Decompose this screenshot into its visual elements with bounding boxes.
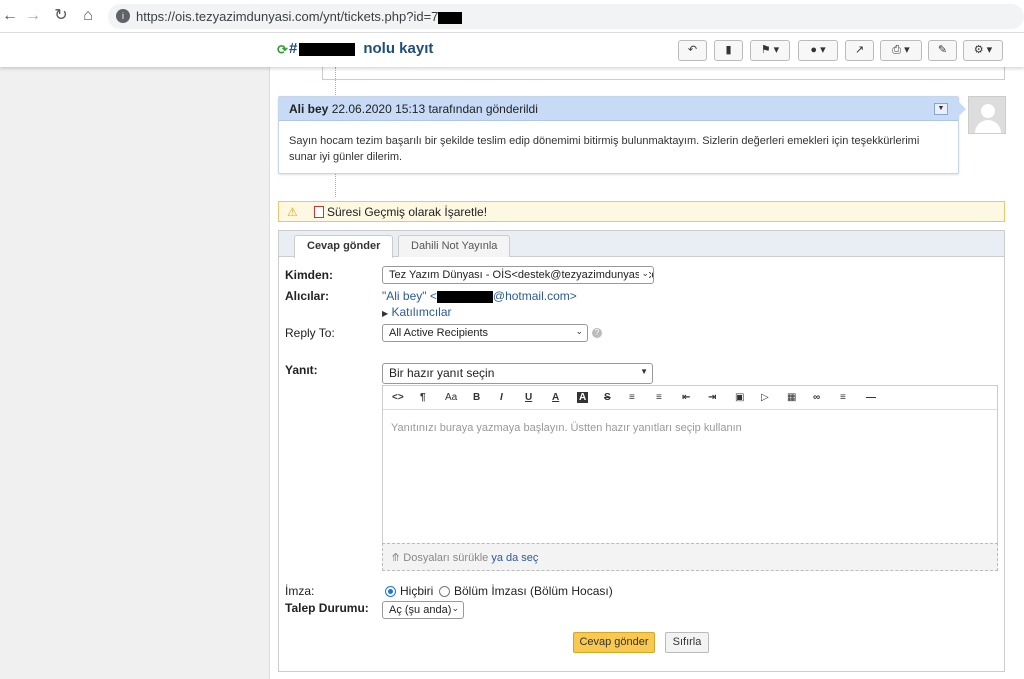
redacted-block (438, 11, 463, 24)
image-icon[interactable]: ▣ (735, 392, 744, 403)
warning-icon: ⚠ (287, 205, 298, 219)
underline-icon[interactable]: U (525, 392, 532, 403)
dropzone-text: Dosyaları sürükle (403, 552, 489, 564)
radio-unselected[interactable] (439, 586, 450, 597)
settings-menu-button[interactable]: ⚙ ▾ (963, 40, 1003, 61)
canned-response-select[interactable]: Bir hazır yanıt seçin ▼ (382, 363, 653, 384)
chevron-down-icon: ⌄ (575, 326, 583, 336)
message-options-icon[interactable]: ▼ (934, 103, 948, 115)
upload-icon: ⤊ (391, 552, 401, 564)
ticket-title-prefix: # (289, 40, 298, 57)
editor-toolbar: <> ¶ Aa B I U A A S ≡ ≡ ⇤ ⇥ ▣ ▷ ▦ ∞ ≡ — (383, 386, 997, 410)
signature-department-label: Bölüm İmzası (Bölüm Hocası) (454, 584, 613, 598)
thread-message: Ali bey 22.06.2020 15:13 tarafından gönd… (278, 96, 966, 174)
ticket-title-suffix: nolu kayıt (363, 40, 434, 57)
assign-menu-button[interactable]: ● ▾ (798, 40, 838, 61)
url-text: https://ois.tezyazimdunyasi.com/ynt/tick… (136, 9, 463, 24)
forward-icon[interactable]: → (23, 6, 43, 26)
reply-to-value: All Active Recipients (389, 327, 489, 339)
chevron-down-icon: ⌄ (639, 268, 649, 279)
editor-placeholder: Yanıtınızı buraya yazmaya başlayın. Üstt… (391, 422, 742, 434)
from-select[interactable]: Tez Yazım Dünyası - OİS<destek@tezyazimd… (382, 266, 654, 284)
recipient-address: "Ali bey" < @hotmail.com> (382, 289, 577, 303)
horizontal-rule-icon[interactable]: — (866, 392, 876, 403)
caret-down-icon: ▼ (640, 367, 648, 376)
address-bar[interactable]: i https://ois.tezyazimdunyasi.com/ynt/ti… (108, 4, 1024, 29)
bullet-list-icon[interactable]: ≡ (629, 392, 635, 403)
transfer-button[interactable]: ↗ (845, 40, 874, 61)
home-icon[interactable]: ⌂ (78, 6, 98, 26)
background-color-icon[interactable]: A (577, 392, 589, 403)
ticket-header: ⟳ # nolu kayıt ↶ ▮ ⚑ ▾ ● ▾ ↗ ⎙ ▾ ✎ ⚙ ▾ (0, 33, 1024, 67)
paragraph-icon[interactable]: ¶ (420, 392, 426, 403)
tab-strip: Cevap gönder Dahili Not Yayınla (279, 231, 1004, 258)
attachment-dropzone[interactable]: ⤊ Dosyaları sürükle ya da seç (382, 543, 998, 571)
tab-reply[interactable]: Cevap gönder (294, 235, 394, 258)
message-timestamp: 22.06.2020 15:13 tarafından gönderildi (331, 102, 538, 116)
reply-button[interactable]: ↶ (678, 40, 707, 61)
bold-icon[interactable]: B (473, 392, 480, 403)
indent-icon[interactable]: ⇥ (708, 392, 716, 403)
from-select-value: Tez Yazım Dünyası - OİS<destek@tezyazimd… (389, 269, 654, 281)
chevron-down-icon: ⌄ (451, 603, 459, 613)
italic-icon[interactable]: I (500, 392, 503, 403)
numbered-list-icon[interactable]: ≡ (656, 392, 662, 403)
signature-label: İmza: (285, 584, 315, 598)
reply-to-label: Reply To: (285, 326, 335, 340)
recipient-suffix: @hotmail.com> (492, 289, 577, 303)
reset-button[interactable]: Sıfırla (665, 632, 709, 653)
canned-response-value: Bir hazır yanıt seçin (389, 366, 495, 380)
edit-button[interactable]: ✎ (928, 40, 957, 61)
site-info-icon[interactable]: i (116, 9, 130, 23)
recipient-prefix: "Ali bey" < (382, 289, 437, 303)
mark-overdue-link[interactable]: Süresi Geçmiş olarak İşaretle! (327, 205, 487, 219)
message-body: Sayın hocam tezim başarılı bir şekilde t… (289, 135, 920, 163)
status-value: Aç (şu anda) (389, 604, 452, 616)
response-label: Yanıt: (285, 363, 318, 377)
collaborators-toggle[interactable]: ▶ Katılımcılar (382, 305, 452, 319)
flag-menu-button[interactable]: ⚑ ▾ (750, 40, 790, 61)
link-icon[interactable]: ∞ (813, 392, 820, 403)
url-prefix: https://ois.tezyazimdunyasi.com/ynt/tick… (136, 9, 439, 24)
back-icon[interactable]: ← (0, 6, 20, 26)
left-pane (0, 67, 270, 679)
browser-bar: ← → ↻ ⌂ i https://ois.tezyazimdunyasi.co… (0, 0, 1024, 33)
ticket-title: # nolu kayıt (289, 40, 433, 57)
code-view-icon[interactable]: <> (392, 392, 404, 403)
from-label: Kimden: (285, 268, 333, 282)
collaborators-label: Katılımcılar (391, 305, 452, 319)
video-icon[interactable]: ▷ (761, 392, 769, 403)
overdue-notice[interactable]: ⚠ Süresi Geçmiş olarak İşaretle! (278, 201, 1005, 222)
message-pointer (958, 101, 966, 117)
align-icon[interactable]: ≡ (840, 392, 846, 403)
signature-none-label: Hiçbiri (400, 584, 434, 598)
font-color-icon[interactable]: A (552, 392, 559, 403)
submit-reply-button[interactable]: Cevap gönder (573, 632, 655, 653)
tab-internal-note[interactable]: Dahili Not Yayınla (398, 235, 511, 257)
radio-selected[interactable] (385, 586, 396, 597)
reply-to-select[interactable]: All Active Recipients ⌄ (382, 324, 588, 342)
avatar (968, 96, 1006, 134)
signature-department-option[interactable]: Bölüm İmzası (Bölüm Hocası) (439, 584, 613, 598)
strikethrough-icon[interactable]: S (604, 392, 611, 403)
signature-none-option[interactable]: Hiçbiri (385, 584, 433, 598)
outdent-icon[interactable]: ⇤ (682, 392, 690, 403)
message-author: Ali bey (289, 102, 329, 116)
refresh-icon[interactable]: ⟳ (277, 42, 288, 58)
redacted-block (436, 290, 493, 303)
caret-right-icon: ▶ (382, 309, 389, 318)
help-icon[interactable]: ? (592, 328, 602, 338)
message-header: Ali bey 22.06.2020 15:13 tarafından gönd… (279, 97, 958, 121)
table-icon[interactable]: ▦ (787, 392, 796, 403)
recipients-label: Alıcılar: (285, 289, 330, 303)
document-icon (314, 206, 324, 218)
choose-file-link[interactable]: ya da seç (491, 552, 538, 564)
pdf-button[interactable]: ▮ (714, 40, 743, 61)
status-label: Talep Durumu: (285, 601, 369, 615)
status-select[interactable]: Aç (şu anda) ⌄ (382, 601, 464, 619)
reload-icon[interactable]: ↻ (51, 6, 71, 26)
font-size-icon[interactable]: Aa (445, 392, 457, 403)
redacted-block (299, 42, 356, 56)
print-menu-button[interactable]: ⎙ ▾ (880, 40, 922, 61)
